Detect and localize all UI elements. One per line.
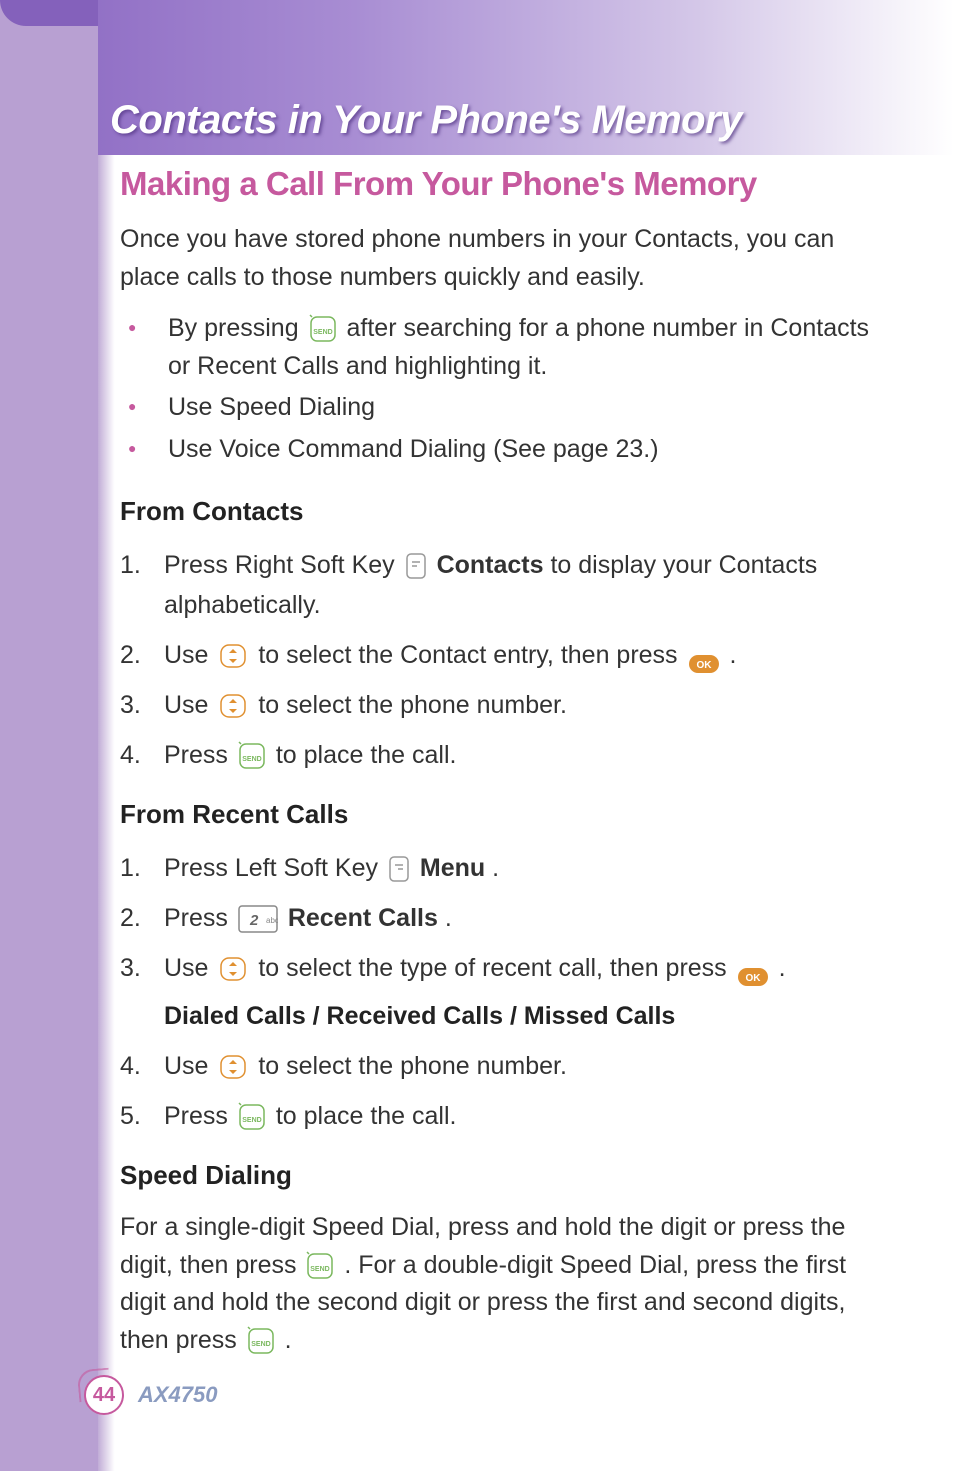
rstep1-bold: Menu: [420, 854, 485, 882]
svg-text:SEND: SEND: [311, 1266, 330, 1273]
bullet-item-2: Use Speed Dialing: [120, 389, 894, 427]
step2-pre: Use: [164, 641, 215, 669]
rstep2-bold: Recent Calls: [288, 904, 438, 932]
from-recent-steps: Press Left Soft Key Menu . Press 2 abc Re…: [120, 848, 894, 1136]
nav-updown-icon: [218, 642, 248, 670]
rstep1-post: .: [492, 854, 499, 882]
section-heading: Making a Call From Your Phone's Memory: [120, 165, 894, 203]
step2-mid: to select the Contact entry, then press: [258, 641, 684, 669]
step1-pre: Press Right Soft Key: [164, 551, 402, 579]
svg-text:abc: abc: [266, 916, 278, 925]
step3-post: to select the phone number.: [258, 691, 567, 719]
rstep3-post: .: [779, 954, 786, 982]
recent-call-types: Dialed Calls / Received Calls / Missed C…: [164, 996, 894, 1036]
svg-text:2: 2: [249, 912, 259, 929]
rstep5-post: to place the call.: [276, 1102, 457, 1130]
step1-bold: Contacts: [437, 551, 544, 579]
model-number: AX4750: [138, 1382, 218, 1408]
nav-updown-icon: [218, 1053, 248, 1081]
step2-post: .: [729, 641, 736, 669]
rstep3-pre: Use: [164, 954, 215, 982]
step3-pre: Use: [164, 691, 215, 719]
rstep4-post: to select the phone number.: [258, 1052, 567, 1080]
page-footer: 44 AX4750: [84, 1375, 218, 1415]
recent-step-1: Press Left Soft Key Menu .: [120, 848, 894, 888]
left-decorative-strip: [0, 0, 98, 1471]
send-icon: SEND: [238, 741, 266, 771]
from-recent-heading: From Recent Calls: [120, 799, 894, 830]
svg-text:SEND: SEND: [242, 1117, 261, 1124]
left-strip-cap: [0, 0, 98, 26]
ok-icon: OK: [737, 959, 769, 979]
rstep2-post: .: [445, 904, 452, 932]
svg-text:SEND: SEND: [242, 756, 261, 763]
from-contacts-heading: From Contacts: [120, 496, 894, 527]
rstep1-pre: Press Left Soft Key: [164, 854, 385, 882]
send-icon: SEND: [306, 1251, 334, 1281]
send-icon: SEND: [247, 1326, 275, 1356]
nav-updown-icon: [218, 955, 248, 983]
rstep4-pre: Use: [164, 1052, 215, 1080]
svg-text:SEND: SEND: [251, 1341, 270, 1348]
speed-dialing-heading: Speed Dialing: [120, 1160, 894, 1191]
page-number-badge: 44: [84, 1375, 124, 1415]
recent-step-3: Use to select the type of recent call, t…: [120, 948, 894, 1036]
nav-updown-icon: [218, 692, 248, 720]
recent-step-4: Use to select the phone number.: [120, 1046, 894, 1086]
intro-paragraph: Once you have stored phone numbers in yo…: [120, 221, 894, 296]
bullet1-text-pre: By pressing: [168, 314, 306, 342]
svg-text:OK: OK: [745, 973, 761, 984]
bullet-item-1: By pressing SEND after searching for a p…: [120, 310, 894, 385]
key-2abc-icon: 2 abc: [238, 905, 278, 933]
contacts-step-3: Use to select the phone number.: [120, 685, 894, 725]
recent-step-5: Press SEND to place the call.: [120, 1096, 894, 1136]
step4-pre: Press: [164, 741, 235, 769]
contacts-step-2: Use to select the Contact entry, then pr…: [120, 635, 894, 675]
contacts-step-1: Press Right Soft Key Contacts to display…: [120, 545, 894, 625]
send-icon: SEND: [238, 1102, 266, 1132]
step4-post: to place the call.: [276, 741, 457, 769]
rstep5-pre: Press: [164, 1102, 235, 1130]
speed-dialing-text: For a single-digit Speed Dial, press and…: [120, 1209, 894, 1359]
contacts-step-4: Press SEND to place the call.: [120, 735, 894, 775]
svg-text:OK: OK: [696, 660, 712, 671]
from-contacts-steps: Press Right Soft Key Contacts to display…: [120, 545, 894, 775]
rstep3-mid: to select the type of recent call, then …: [258, 954, 733, 982]
intro-bullet-list: By pressing SEND after searching for a p…: [120, 310, 894, 468]
page-number: 44: [93, 1384, 115, 1407]
recent-step-2: Press 2 abc Recent Calls .: [120, 898, 894, 938]
bullet-item-3: Use Voice Command Dialing (See page 23.): [120, 431, 894, 469]
rstep2-pre: Press: [164, 904, 235, 932]
ok-icon: OK: [688, 646, 720, 666]
send-icon: SEND: [309, 314, 337, 344]
page-title: Contacts in Your Phone's Memory: [110, 98, 742, 143]
right-soft-key-icon: [405, 552, 427, 580]
svg-text:SEND: SEND: [313, 329, 332, 336]
left-soft-key-icon: [388, 855, 410, 883]
sd-post: .: [285, 1326, 292, 1354]
